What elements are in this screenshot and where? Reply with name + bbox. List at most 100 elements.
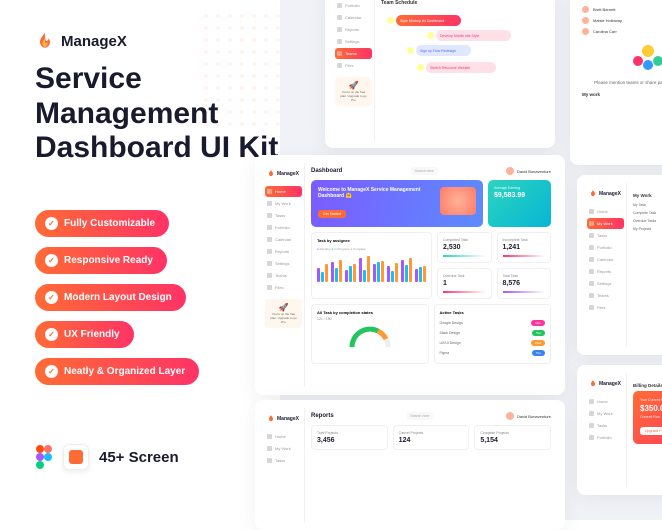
active-task-row[interactable]: FigmaThu — [440, 348, 546, 358]
search-input[interactable]: Search here — [406, 412, 433, 420]
feature-pill: ✓Fully Customizable — [35, 210, 169, 237]
check-icon: ✓ — [45, 365, 58, 378]
headline: ServiceManagementDashboard UI Kit — [35, 62, 278, 166]
sidebar-item[interactable]: Tasks — [587, 230, 624, 241]
mywork-item[interactable]: Complete Task — [633, 209, 662, 217]
gantt-bar[interactable]: Style Mockup #4 Dashboard — [396, 15, 461, 26]
sidebar-item[interactable]: Portfolio — [265, 222, 302, 233]
section-title: Billing Details — [633, 383, 662, 388]
gantt-bar[interactable]: Sign up Flow Redesign — [416, 45, 471, 56]
earning-card: Average Earning $9,583.99 — [488, 180, 551, 227]
sidebar-item[interactable]: Settings — [265, 258, 302, 269]
mockup-reports: ManageX Home My Work Tasks Reports Searc… — [255, 400, 565, 530]
sidebar-item[interactable]: Tasks — [265, 455, 302, 466]
sidebar-item[interactable]: My Work — [587, 408, 624, 419]
sidebar-item[interactable]: Teams — [265, 270, 302, 281]
slides-badge — [63, 444, 89, 470]
gauge-card: All Task by completion states 121 / 190 — [311, 304, 429, 364]
hero-text: Welcome to ManageX Service Management Da… — [318, 187, 434, 199]
sidebar-item[interactable]: Files — [335, 60, 372, 71]
mockup-schedule: Portfolio Calendar Reports Settings Team… — [325, 0, 555, 148]
person-row[interactable]: Brett Barnett — [582, 4, 662, 15]
user-menu[interactable]: David Bonaventure — [506, 167, 551, 175]
sidebar-item[interactable]: Portfolio — [587, 432, 624, 443]
sidebar-item[interactable]: Tasks — [587, 420, 624, 431]
mini-logo: ManageX — [587, 187, 624, 200]
sidebar-item[interactable]: My Work — [265, 198, 302, 209]
mini-logo: ManageX — [265, 412, 302, 425]
avatar-icon — [506, 412, 514, 420]
sidebar-item-teams[interactable]: Teams — [335, 48, 372, 59]
sidebar-item[interactable]: Settings — [335, 36, 372, 47]
gantt-bar[interactable]: Develop Mobile site Style — [436, 30, 511, 41]
sidebar-item[interactable]: Home — [587, 206, 624, 217]
active-task-row[interactable]: UX/UI DesignWed — [440, 338, 546, 348]
screen-count: 45+ Screen — [99, 449, 179, 466]
people-hint: Please mention teams or share pages, not… — [578, 80, 662, 86]
sidebar-item[interactable]: Calendar — [587, 254, 624, 265]
welcome-hero: Welcome to ManageX Service Management Da… — [311, 180, 483, 227]
avatar-icon — [506, 167, 514, 175]
footer-badges: 45+ Screen — [35, 444, 179, 470]
active-task-row[interactable]: Google DesignMon — [440, 318, 546, 328]
search-input[interactable]: Search here — [411, 167, 438, 175]
feature-list: ✓Fully Customizable ✓Responsive Ready ✓M… — [35, 210, 199, 385]
upgrade-button[interactable]: Upgrade Plan — [640, 427, 662, 435]
page-title: Dashboard — [311, 168, 342, 174]
feature-pill: ✓Modern Layout Design — [35, 284, 186, 311]
mini-logo: ManageX — [587, 377, 624, 390]
feature-pill: ✓Responsive Ready — [35, 247, 167, 274]
check-icon: ✓ — [45, 291, 58, 304]
user-menu[interactable]: David Bonaventure — [506, 412, 551, 420]
brand-name: ManageX — [61, 33, 127, 50]
active-task-row[interactable]: Slack DesignTue — [440, 328, 546, 338]
sidebar-item[interactable]: Settings — [587, 278, 624, 289]
stat-complete-projects: Complete Projects5,154 — [474, 425, 551, 450]
stat-total: Total Task8,576 — [497, 268, 552, 299]
sidebar-item[interactable]: Tasks — [265, 210, 302, 221]
stat-incomplete: Incomplete Task1,241 — [497, 232, 552, 263]
section-label: My work — [578, 92, 662, 97]
upgrade-promo[interactable]: You're on the free plan. Upgrade to go P… — [335, 77, 372, 106]
flame-icon — [35, 30, 55, 52]
active-tasks-card: Active Tasks Google DesignMon Slack Desi… — [434, 304, 552, 364]
mockup-people: Brett Barnett Maisie Holloway Carolina C… — [570, 0, 662, 165]
mini-logo: ManageX — [265, 167, 302, 180]
mywork-item[interactable]: Overdue Tasks — [633, 217, 662, 225]
page-title: Reports — [311, 413, 334, 419]
figma-icon — [35, 445, 53, 469]
sidebar-item[interactable]: Reports — [587, 266, 624, 277]
sidebar-item[interactable]: Files — [587, 302, 624, 313]
person-row[interactable]: Maisie Holloway — [582, 15, 662, 26]
avatar-icon — [427, 32, 434, 39]
sidebar-item[interactable]: My Work — [265, 443, 302, 454]
sidebar-item[interactable]: Home — [265, 431, 302, 442]
avatar-icon — [387, 17, 394, 24]
sidebar-item[interactable]: Reports — [265, 246, 302, 257]
mockup-billing: ManageX Home My Work Tasks Portfolio Bil… — [577, 365, 662, 495]
sidebar-item[interactable]: Calendar — [265, 234, 302, 245]
get-started-button[interactable]: Get Started — [318, 210, 346, 218]
check-icon: ✓ — [45, 254, 58, 267]
stat-cancel-projects: Cancel Projects124 — [393, 425, 470, 450]
sidebar-item-mywork[interactable]: My Work — [587, 218, 624, 229]
sidebar-item[interactable]: Teams — [587, 290, 624, 301]
sidebar-item[interactable]: Home — [587, 396, 624, 407]
feature-pill: ✓UX Friendly — [35, 321, 134, 348]
sidebar-item[interactable]: Portfolio — [335, 0, 372, 11]
feature-pill: ✓Neatly & Organized Layer — [35, 358, 199, 385]
sidebar-item[interactable]: Portfolio — [587, 242, 624, 253]
stat-total-projects: Total Projects3,456 — [311, 425, 388, 450]
person-row[interactable]: Carolina Carr — [582, 26, 662, 37]
upgrade-promo[interactable]: You're on the free plan. Upgrade to go P… — [265, 299, 302, 328]
mywork-item[interactable]: My Task — [633, 201, 662, 209]
mywork-item[interactable]: My Projects — [633, 225, 662, 233]
sidebar-item[interactable]: Files — [265, 282, 302, 293]
sidebar-item[interactable]: Reports — [335, 24, 372, 35]
sidebar-item[interactable]: Calendar — [335, 12, 372, 23]
hero-illustration — [440, 187, 476, 215]
mockup-mywork: ManageX Home My Work Tasks Portfolio Cal… — [577, 175, 662, 355]
gantt-bar[interactable]: Sketch Resource Website — [426, 62, 496, 73]
task-chart: Task by assignee ● Pending ● In Progress… — [311, 232, 432, 299]
sidebar-item-home[interactable]: Home — [265, 186, 302, 197]
